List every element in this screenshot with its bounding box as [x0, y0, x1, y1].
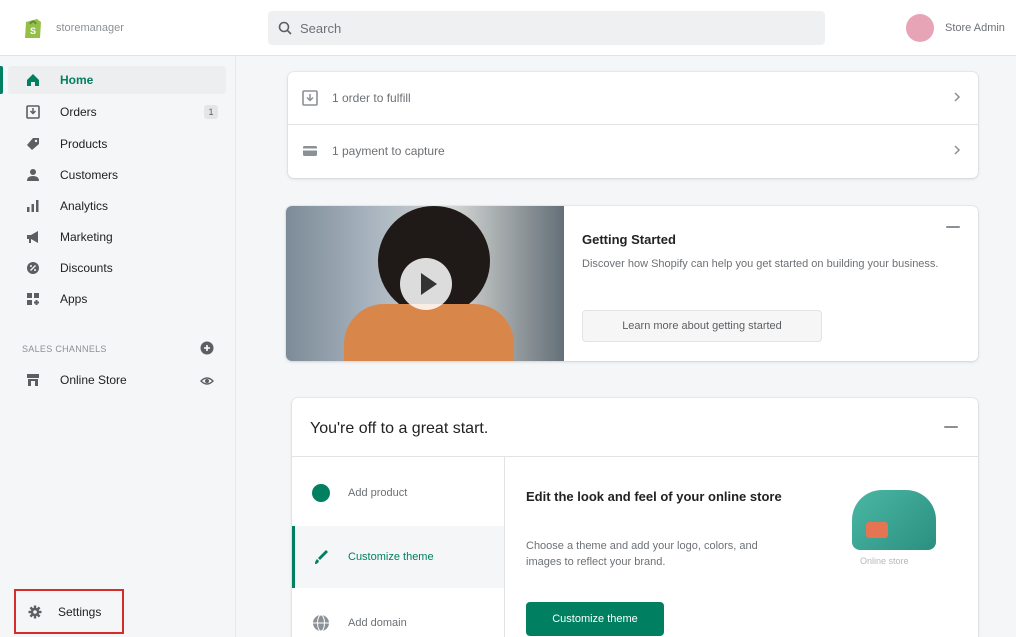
play-icon[interactable]	[400, 258, 452, 310]
orders-to-fulfill-text: 1 order to fulfill	[332, 91, 411, 105]
getting-started-video[interactable]	[286, 206, 564, 361]
step-label: Add product	[348, 487, 408, 499]
getting-started-card: Getting Started Discover how Shopify can…	[286, 206, 978, 361]
setup-guide-title: You're off to a great start.	[310, 420, 489, 437]
getting-started-title: Getting Started	[582, 232, 676, 247]
collapse-icon[interactable]	[946, 226, 960, 228]
divider	[504, 457, 505, 637]
step-description: Choose a theme and add your logo, colors…	[526, 540, 758, 568]
settings-label: Settings	[58, 604, 102, 619]
store-name[interactable]: storemanager	[56, 22, 124, 34]
check-circle-icon	[312, 484, 330, 502]
person-icon	[27, 169, 39, 181]
tasks-card: 1 order to fulfill 1 payment to capture	[288, 72, 978, 178]
sidebar-item-apps[interactable]: Apps	[8, 285, 226, 313]
bar-chart-icon	[27, 200, 39, 212]
account-name[interactable]: Store Admin	[945, 22, 1005, 34]
sidebar-item-label: Apps	[60, 292, 88, 306]
gear-icon	[28, 605, 42, 618]
shopify-logo-icon[interactable]: S	[22, 16, 44, 40]
payment-icon	[303, 146, 317, 156]
tag-icon	[27, 138, 39, 150]
sidebar-item-label: Products	[60, 137, 108, 151]
add-sales-channel-icon[interactable]	[200, 341, 214, 355]
sidebar-item-discounts[interactable]: Discounts	[8, 254, 226, 282]
orders-count-badge: 1	[204, 105, 218, 119]
sidebar-item-label: Online Store	[60, 373, 127, 387]
sales-channels-heading: SALES CHANNELS	[22, 344, 107, 354]
avatar[interactable]	[906, 14, 934, 42]
learn-more-button[interactable]: Learn more about getting started	[582, 310, 822, 342]
store-icon	[27, 374, 39, 386]
sidebar-item-analytics[interactable]: Analytics	[8, 192, 226, 220]
sidebar-item-orders[interactable]: Orders 1	[8, 98, 226, 126]
sidebar-item-label: Orders	[60, 105, 97, 119]
divider	[292, 456, 978, 457]
payment-to-capture-text: 1 payment to capture	[332, 144, 445, 158]
orders-icon	[302, 90, 318, 106]
theme-illustration	[852, 490, 936, 550]
sidebar-item-marketing[interactable]: Marketing	[8, 223, 226, 251]
sidebar-item-online-store[interactable]: Online Store	[8, 366, 226, 394]
customize-theme-button[interactable]: Customize theme	[526, 602, 664, 636]
sidebar-item-label: Analytics	[60, 199, 109, 213]
collapse-icon[interactable]	[944, 426, 958, 428]
sidebar-item-label: Home	[60, 73, 94, 87]
payment-to-capture-row[interactable]: 1 payment to capture	[288, 125, 978, 177]
home-icon	[27, 74, 39, 86]
apps-icon	[27, 293, 39, 305]
step-label: Add domain	[348, 617, 407, 629]
megaphone-icon	[27, 231, 38, 243]
step-customize-theme[interactable]: Customize theme	[292, 526, 504, 588]
svg-text:S: S	[30, 26, 36, 36]
getting-started-description: Discover how Shopify can help you get st…	[582, 258, 939, 270]
settings-button[interactable]: Settings	[14, 589, 124, 634]
sidebar-item-home[interactable]: Home	[0, 66, 226, 94]
orders-icon	[26, 105, 40, 119]
chevron-right-icon	[954, 145, 961, 155]
sidebar-item-label: Customers	[60, 168, 119, 182]
eye-icon[interactable]	[200, 374, 214, 388]
step-add-product[interactable]: Add product	[292, 462, 504, 524]
search-input[interactable]	[300, 20, 780, 36]
video-thumbnail-shirt	[344, 304, 514, 361]
sidebar-item-label: Discounts	[60, 261, 113, 275]
sidebar-item-products[interactable]: Products	[8, 130, 226, 158]
sidebar: Home Orders 1 Products Customers Analyti…	[0, 56, 236, 637]
top-bar: S storemanager Store Admin	[0, 0, 1016, 56]
orders-to-fulfill-row[interactable]: 1 order to fulfill	[288, 72, 978, 124]
illustration-caption: Online store	[860, 556, 909, 566]
search-bar[interactable]	[268, 11, 825, 45]
discount-icon	[27, 262, 39, 274]
step-add-domain[interactable]: Add domain	[292, 592, 504, 637]
sidebar-item-label: Marketing	[60, 230, 113, 244]
sidebar-item-customers[interactable]: Customers	[8, 161, 226, 189]
chevron-right-icon	[954, 92, 961, 102]
step-heading: Edit the look and feel of your online st…	[526, 489, 782, 504]
globe-icon	[313, 614, 329, 632]
setup-guide-card: You're off to a great start. Add product…	[292, 398, 978, 637]
step-label: Customize theme	[348, 551, 434, 563]
search-icon	[278, 21, 292, 35]
brush-icon	[315, 550, 328, 564]
